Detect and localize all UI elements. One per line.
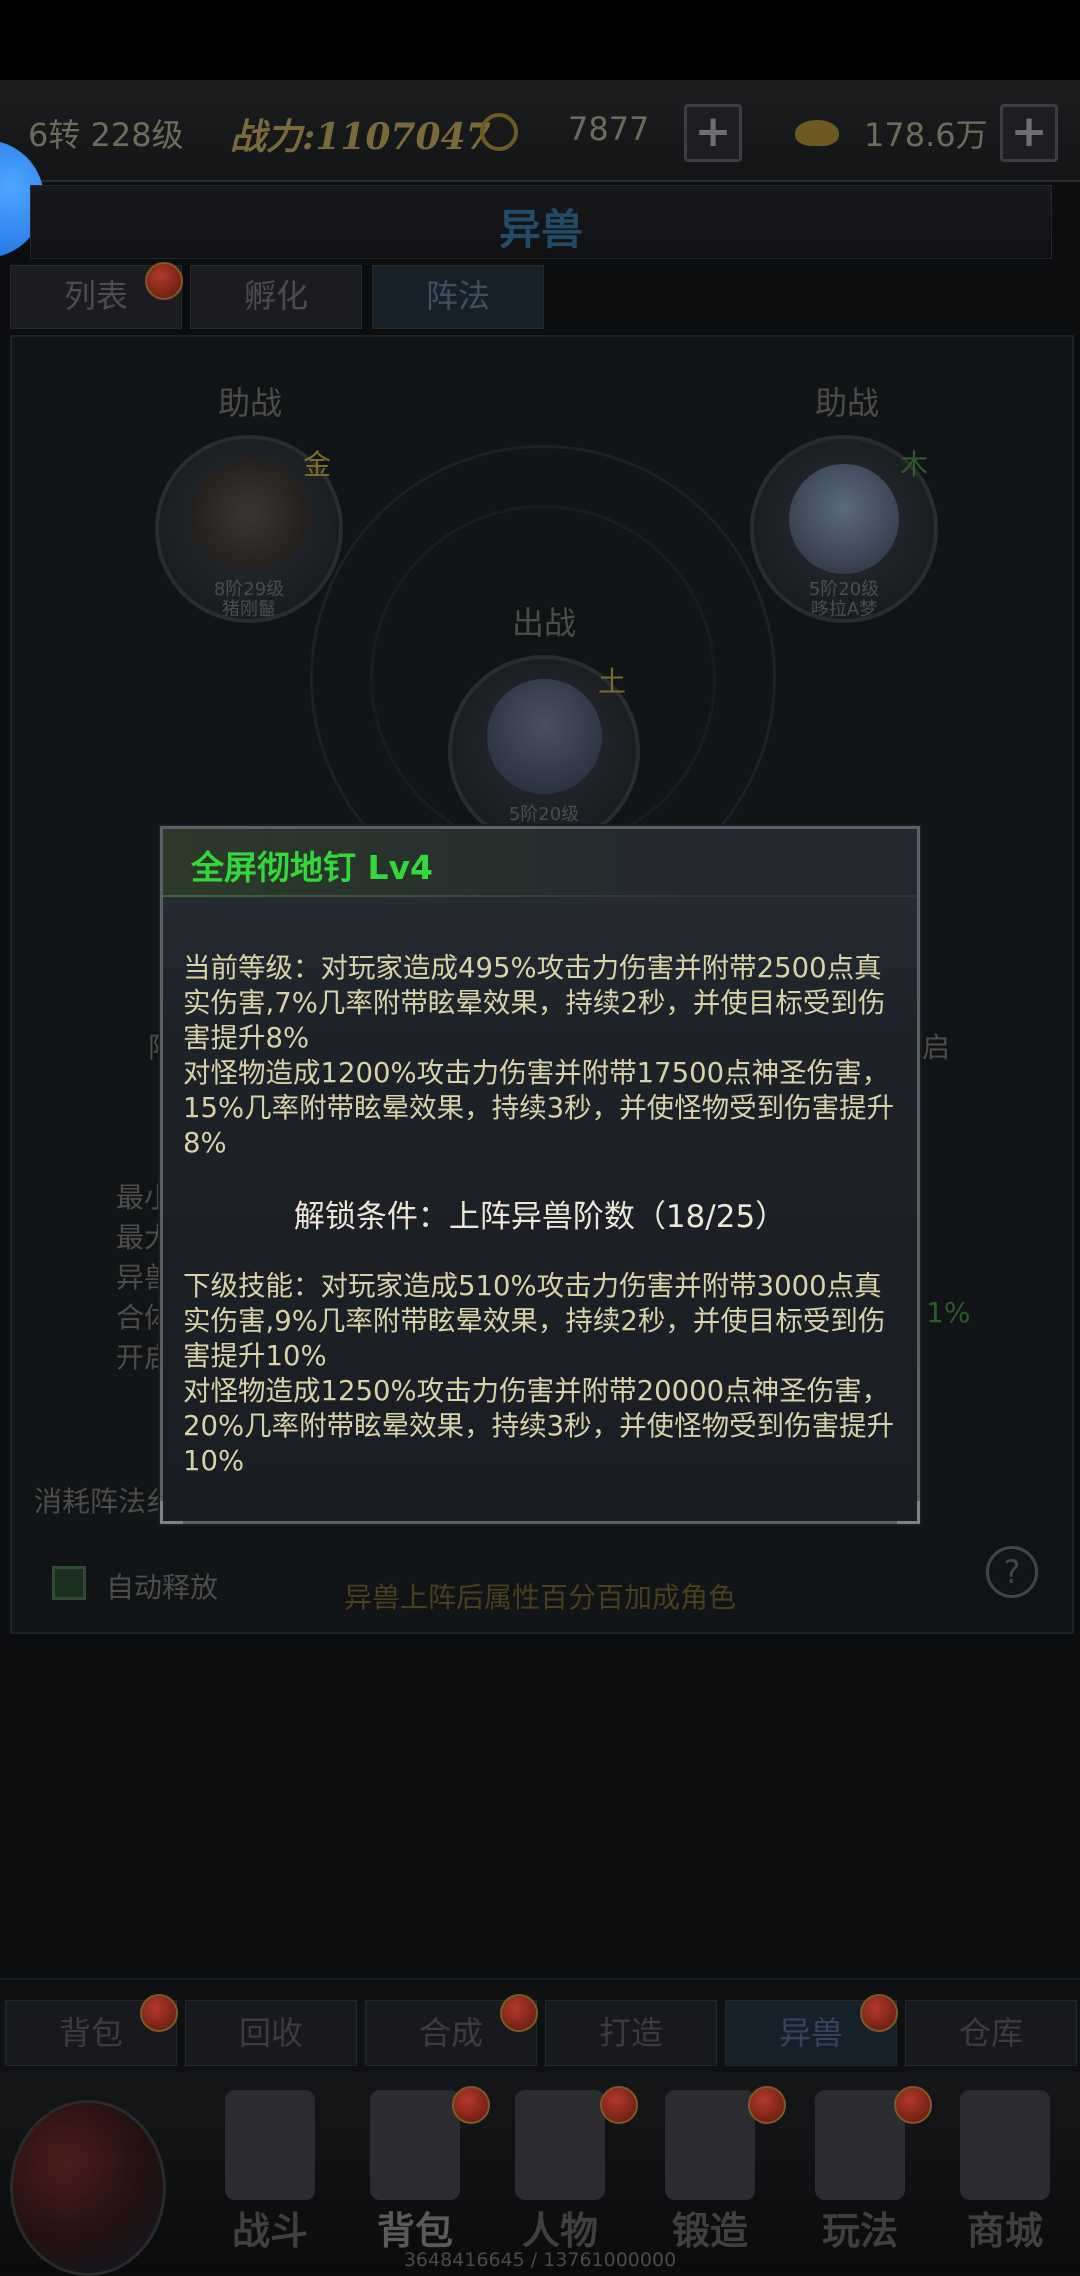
notification-dot-icon <box>600 2086 638 2124</box>
tab-label: 列表 <box>63 277 128 315</box>
boar-portrait-icon <box>189 459 309 569</box>
page-header: 异兽 <box>30 185 1052 259</box>
corner-ornament <box>160 1501 183 1524</box>
subtab-label: 打造 <box>598 2014 663 2052</box>
skill-tooltip-popup[interactable]: 全屏彻地钉 Lv4 当前等级：对玩家造成495%攻击力伤害并附带2500点真实伤… <box>160 826 920 1524</box>
notification-dot-icon <box>748 2086 786 2124</box>
battle-label: 出战 <box>512 604 577 642</box>
status-bar <box>0 0 1080 80</box>
notification-dot-icon <box>140 1994 178 2032</box>
support-label-left: 助战 <box>218 384 283 422</box>
combat-power: 战力:1107047 <box>230 116 491 158</box>
pet-name: 哆拉A梦 <box>810 599 878 620</box>
stat-percent: 1% <box>926 1296 971 1329</box>
right-fragment: 启 <box>922 1031 951 1064</box>
nav-label: 战斗 <box>231 2209 308 2253</box>
subtab-forge[interactable]: 打造 <box>545 2000 717 2066</box>
gold-amount: 178.6万 <box>864 116 988 154</box>
tab-label: 阵法 <box>425 277 490 315</box>
nav-label: 背包 <box>376 2209 453 2253</box>
subtab-label: 回收 <box>238 2014 303 2052</box>
pet-stage: 5阶20级 <box>508 804 580 825</box>
doraemon-portrait-icon <box>789 464 899 574</box>
tab-formation[interactable]: 阵法 <box>372 265 544 329</box>
tab-label: 孵化 <box>243 277 308 315</box>
crossed-swords-icon <box>225 2090 315 2200</box>
unlock-condition: 解锁条件：上阵异兽阶数（18/25） <box>293 1199 787 1235</box>
coin-amount: 7877 <box>568 110 650 148</box>
anvil-icon <box>665 2090 755 2200</box>
nav-shop[interactable]: 商城 <box>935 2080 1075 2270</box>
bonus-hint: 异兽上阵后属性百分百加成角色 <box>343 1581 736 1614</box>
add-gold-button[interactable]: + <box>1000 104 1058 162</box>
next-level-desc: 下级技能：对玩家造成510%攻击力伤害并附带3000点真实伤害,9%几率附带眩晕… <box>183 1270 895 1477</box>
current-level-desc: 当前等级：对玩家造成495%攻击力伤害并附带2500点真实伤害,7%几率附带眩晕… <box>183 952 895 1159</box>
shop-pavilion-icon <box>960 2090 1050 2200</box>
white-tiger-portrait-icon <box>487 679 602 794</box>
help-button[interactable]: ? <box>986 1546 1038 1598</box>
winged-sword-icon <box>815 2090 905 2200</box>
backpack-icon <box>370 2090 460 2200</box>
notification-dot-icon <box>452 2086 490 2124</box>
nav-label: 玩法 <box>821 2209 898 2253</box>
subtab-label: 背包 <box>58 2014 123 2052</box>
page-title: 异兽 <box>498 205 583 254</box>
consume-label: 消耗阵法纟 <box>34 1485 175 1518</box>
notification-dot-icon <box>500 1994 538 2032</box>
notification-dot-icon <box>145 262 183 300</box>
helmet-icon <box>515 2090 605 2200</box>
notification-dot-icon <box>894 2086 932 2124</box>
subtab-label: 异兽 <box>778 2014 843 2052</box>
subtab-label: 仓库 <box>958 2014 1023 2052</box>
support-label-right: 助战 <box>815 384 880 422</box>
popup-divider <box>163 895 917 897</box>
pet-name: 猪刚鬣 <box>222 599 276 620</box>
nav-label: 锻造 <box>671 2209 748 2253</box>
subtab-warehouse[interactable]: 仓库 <box>905 2000 1077 2066</box>
element-badge: 木 <box>900 448 929 481</box>
add-coin-button[interactable]: + <box>684 104 742 162</box>
tab-hatch[interactable]: 孵化 <box>190 265 362 329</box>
nav-battle[interactable]: 战斗 <box>200 2080 340 2270</box>
player-level: 6转 228级 <box>28 116 184 154</box>
coin-icon <box>480 113 518 151</box>
experience-readout: 3648416645 / 13761000000 <box>403 2249 677 2271</box>
pet-stage: 5阶20级 <box>808 579 880 600</box>
corner-ornament <box>897 1501 920 1524</box>
nav-label: 人物 <box>521 2209 598 2253</box>
element-badge: 土 <box>598 665 627 698</box>
resource-bar: 6转 228级 战力:1107047 7877 + 178.6万 + <box>0 80 1080 182</box>
subtab-recycle[interactable]: 回收 <box>185 2000 357 2066</box>
gold-ingot-icon <box>795 120 839 146</box>
skill-title: 全屏彻地钉 Lv4 <box>191 848 433 887</box>
nav-label: 商城 <box>966 2209 1043 2253</box>
subtab-label: 合成 <box>418 2014 483 2052</box>
pet-stage: 8阶29级 <box>213 579 285 600</box>
notification-dot-icon <box>860 1994 898 2032</box>
element-badge: 金 <box>303 448 332 481</box>
